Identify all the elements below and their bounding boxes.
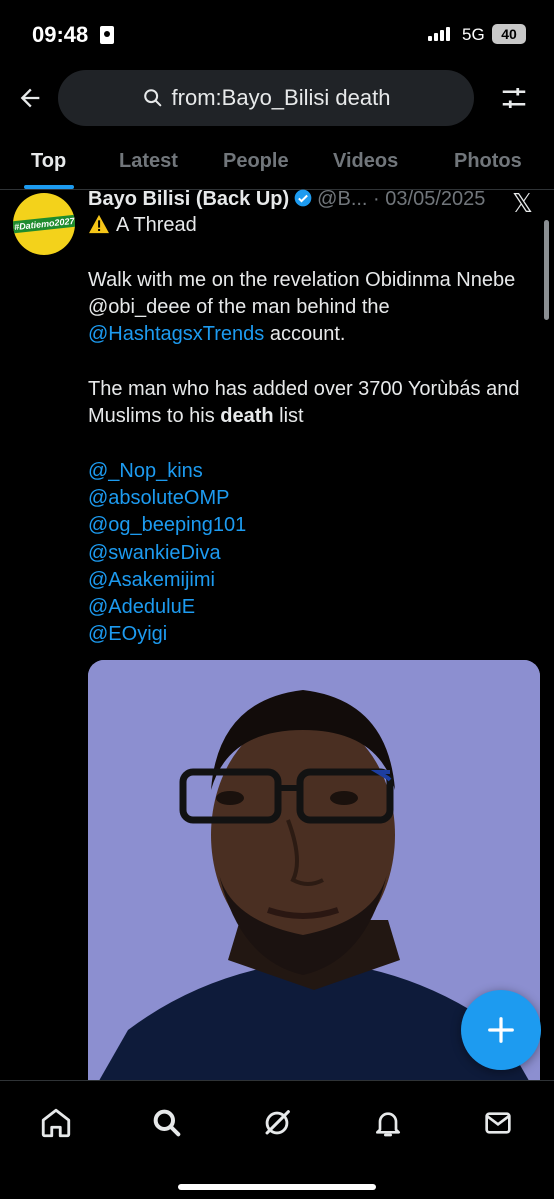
mention-link[interactable]: @EOyigi <box>88 621 528 648</box>
mention-link[interactable]: @og_beeping101 <box>88 512 528 539</box>
mention-link[interactable]: @HashtagsxTrends <box>88 323 264 345</box>
sim-card-icon <box>100 26 114 44</box>
nav-notifications[interactable] <box>366 1101 410 1145</box>
active-tab-indicator <box>24 185 74 189</box>
bottom-nav <box>0 1080 554 1199</box>
search-filter-button[interactable] <box>496 80 532 116</box>
avatar[interactable]: #Datiemo2027 <box>13 193 75 255</box>
mention-link[interactable]: @swankieDiva <box>88 540 528 567</box>
thread-label: A Thread <box>116 214 197 236</box>
paragraph-2: The man who has added over 3700 Yorùbás … <box>88 377 520 428</box>
compose-button[interactable] <box>461 990 541 1070</box>
battery-icon: 40 <box>492 24 526 44</box>
search-query: from:Bayo_Bilisi death <box>171 85 391 110</box>
scrollbar[interactable] <box>544 220 549 320</box>
warning-icon <box>89 214 109 234</box>
mail-icon <box>485 1112 511 1134</box>
network-type: 5G <box>462 25 485 44</box>
tab-people[interactable]: People <box>223 150 289 173</box>
search-icon <box>153 1109 181 1137</box>
bell-icon <box>376 1112 400 1137</box>
arrow-left-icon <box>20 88 40 108</box>
search-input[interactable]: from:Bayo_Bilisi death <box>58 70 474 126</box>
search-icon <box>143 89 161 107</box>
tab-top[interactable]: Top <box>31 150 66 173</box>
home-indicator[interactable] <box>178 1184 376 1190</box>
tweet-text: A Thread Walk with me on the revelation … <box>88 212 528 649</box>
plus-icon <box>488 1017 514 1043</box>
mention-link[interactable]: @_Nop_kins <box>88 458 528 485</box>
home-icon <box>41 1108 71 1138</box>
nav-messages[interactable] <box>476 1101 520 1145</box>
tab-photos[interactable]: Photos <box>454 150 522 173</box>
thread-line: A Thread <box>88 212 528 239</box>
nav-search[interactable] <box>145 1101 189 1145</box>
back-button[interactable] <box>12 80 48 116</box>
paragraph-1: Walk with me on the revelation Obidinma … <box>88 268 516 346</box>
status-time: 09:48 <box>32 22 89 47</box>
author-handle: @B... <box>317 188 368 210</box>
signal-strength-icon <box>428 27 450 41</box>
tweet-header: Bayo Bilisi (Back Up) @B... · 03/05/2025 <box>88 188 508 214</box>
verified-badge-icon <box>294 189 312 207</box>
mention-link[interactable]: @AdeduluE <box>88 594 528 621</box>
mention-link[interactable]: @Asakemijimi <box>88 567 528 594</box>
nav-home[interactable] <box>34 1101 78 1145</box>
nav-grok[interactable] <box>255 1101 299 1145</box>
tab-videos[interactable]: Videos <box>333 150 398 173</box>
author-name[interactable]: Bayo Bilisi (Back Up) <box>88 188 289 210</box>
mention-link[interactable]: @absoluteOMP <box>88 485 528 512</box>
sliders-icon <box>502 88 526 108</box>
search-tabs: Top Latest People Videos Photos <box>0 140 554 190</box>
status-bar: 09:48 5G 40 <box>0 0 554 70</box>
header-separator: · <box>373 188 380 210</box>
tab-latest[interactable]: Latest <box>119 150 178 173</box>
tweet-date: 03/05/2025 <box>385 188 486 210</box>
grok-icon <box>265 1110 290 1135</box>
avatar-label: #Datiemo2027 <box>13 214 75 234</box>
